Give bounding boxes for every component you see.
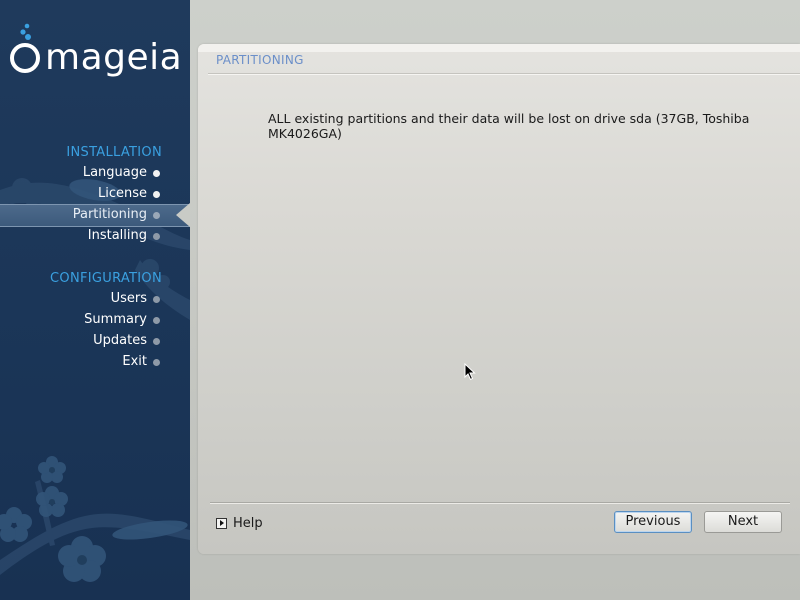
page-title: PARTITIONING xyxy=(216,53,304,67)
main-panel: PARTITIONING ALL existing partitions and… xyxy=(198,44,800,554)
step-pending-dot-icon xyxy=(153,317,160,324)
sidebar: mageia INSTALLATION Language License Par… xyxy=(0,0,190,600)
step-license: License xyxy=(0,184,190,205)
step-label: Partitioning xyxy=(72,207,147,222)
installer-screen: mageia INSTALLATION Language License Par… xyxy=(0,0,800,600)
step-label: Updates xyxy=(93,333,147,348)
step-done-dot-icon xyxy=(153,191,160,198)
step-installing: Installing xyxy=(0,226,190,247)
help-toggle[interactable]: Help xyxy=(216,515,263,531)
step-partitioning: Partitioning xyxy=(0,204,190,227)
step-done-dot-icon xyxy=(153,170,160,177)
partition-warning-message: ALL existing partitions and their data w… xyxy=(268,111,750,141)
step-pending-dot-icon xyxy=(153,296,160,303)
step-label: License xyxy=(97,186,147,201)
step-pending-dot-icon xyxy=(153,338,160,345)
help-expand-icon[interactable] xyxy=(216,517,227,529)
mouse-pointer-icon xyxy=(464,363,476,381)
section-title-configuration: CONFIGURATION xyxy=(50,271,162,286)
previous-button[interactable]: Previous xyxy=(614,511,692,533)
panel-top-edge xyxy=(198,44,800,52)
title-divider xyxy=(208,73,800,75)
step-updates: Updates xyxy=(0,331,190,352)
step-label: Users xyxy=(110,291,147,306)
section-title-installation: INSTALLATION xyxy=(66,145,162,160)
step-label: Summary xyxy=(84,312,147,327)
step-pending-dot-icon xyxy=(153,359,160,366)
step-label: Installing xyxy=(87,228,147,243)
active-step-arrow-icon xyxy=(176,203,190,227)
step-summary: Summary xyxy=(0,310,190,331)
footer-divider xyxy=(210,502,790,504)
step-users: Users xyxy=(0,289,190,310)
step-label: Exit xyxy=(122,354,147,369)
brand-name: mageia xyxy=(45,37,183,78)
step-language: Language xyxy=(0,163,190,184)
step-exit: Exit xyxy=(0,352,190,373)
step-label: Language xyxy=(82,165,147,180)
step-pending-dot-icon xyxy=(153,233,160,240)
step-active-dot-icon xyxy=(153,212,160,219)
next-button[interactable]: Next xyxy=(704,511,782,533)
help-label[interactable]: Help xyxy=(233,516,263,531)
